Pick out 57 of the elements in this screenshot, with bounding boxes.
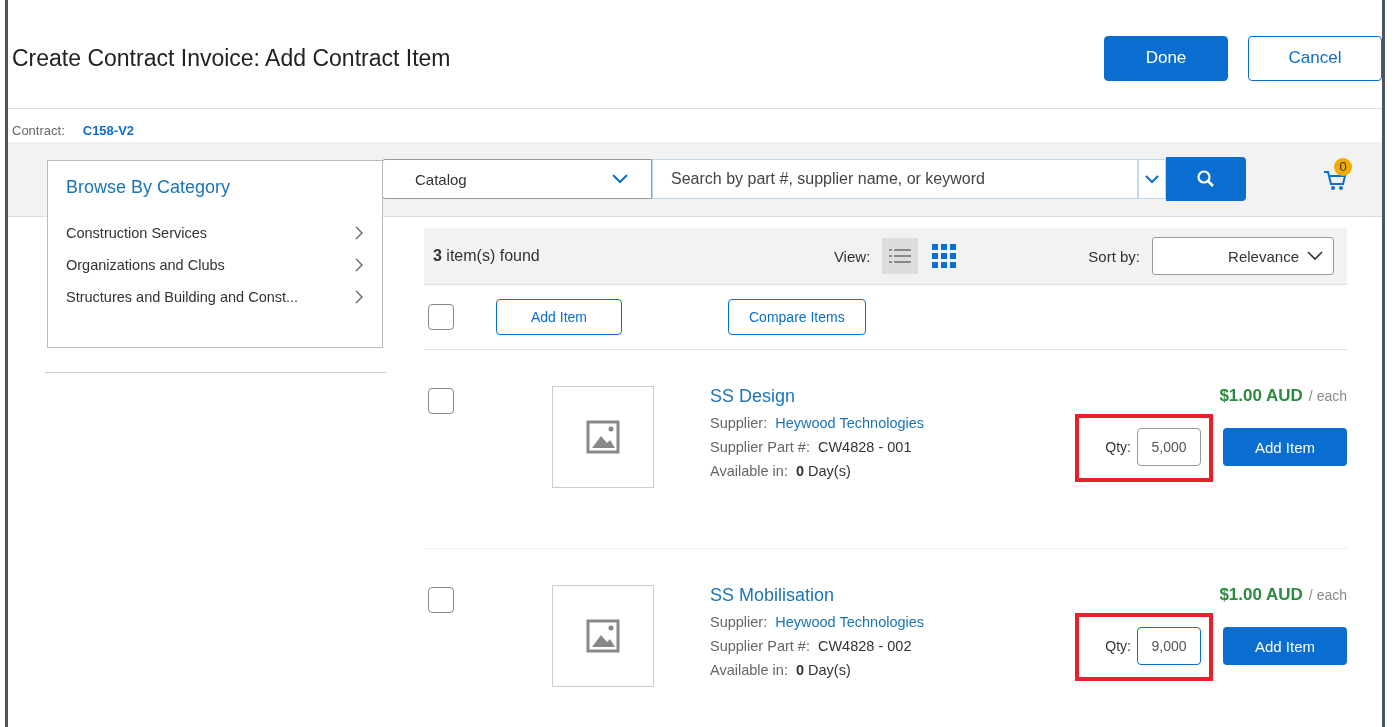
availability-value: 0 Day(s) xyxy=(795,463,851,479)
add-item-button[interactable]: Add Item xyxy=(1223,627,1347,665)
availability-label: Available in: xyxy=(710,463,788,479)
item-name-link[interactable]: SS Mobilisation xyxy=(710,585,1030,606)
part-number: CW4828 - 001 xyxy=(817,439,912,455)
supplier-label: Supplier: xyxy=(710,415,768,431)
chevron-right-icon xyxy=(354,225,364,241)
contract-label: Contract: xyxy=(12,123,65,138)
search-field[interactable]: Search by part #, supplier name, or keyword xyxy=(652,159,1138,199)
chevron-down-icon xyxy=(1307,251,1323,261)
sort-label: Sort by: xyxy=(1088,247,1140,265)
contract-link[interactable]: C158-V2 xyxy=(82,123,135,138)
sort-dropdown[interactable]: Relevance xyxy=(1152,237,1334,275)
part-label: Supplier Part #: xyxy=(710,439,810,455)
image-icon xyxy=(586,420,620,454)
window-title: Create Contract Invoice: Add Contract Item xyxy=(12,44,451,72)
search-icon xyxy=(1196,169,1216,189)
list-icon xyxy=(889,248,912,264)
category-menu-title: Browse By Category xyxy=(66,177,232,198)
price-unit: / each xyxy=(1308,388,1347,404)
select-all-checkbox[interactable] xyxy=(428,304,454,330)
part-label: Supplier Part #: xyxy=(710,638,810,654)
price-unit: / each xyxy=(1308,587,1347,603)
qty-label: Qty: xyxy=(1105,638,1131,654)
add-item-button[interactable]: Add Item xyxy=(1223,428,1347,466)
supplier-label: Supplier: xyxy=(710,614,768,630)
availability-label: Available in: xyxy=(710,662,788,678)
availability-value: 0 Day(s) xyxy=(795,662,851,678)
cart-count-badge: 0 xyxy=(1334,158,1352,176)
view-label: View: xyxy=(833,247,871,265)
quantity-field[interactable]: 5,000 xyxy=(1137,428,1201,466)
results-count: 3 item(s) found xyxy=(433,247,541,265)
add-item-button[interactable]: Add Item xyxy=(496,299,622,335)
supplier-link[interactable]: Heywood Technologies xyxy=(775,614,925,630)
qty-label: Qty: xyxy=(1105,439,1131,455)
supplier-link[interactable]: Heywood Technologies xyxy=(775,415,925,431)
cart-button[interactable]: 0 xyxy=(1322,158,1352,196)
price: $1.00 AUD xyxy=(1219,386,1303,405)
cancel-button[interactable]: Cancel xyxy=(1248,35,1382,81)
part-number: CW4828 - 002 xyxy=(817,638,912,654)
compare-items-button[interactable]: Compare Items xyxy=(728,299,866,335)
list-view-button[interactable] xyxy=(882,238,919,274)
item-checkbox[interactable] xyxy=(428,388,454,414)
image-icon xyxy=(586,619,620,653)
chevron-right-icon xyxy=(354,289,364,305)
done-button[interactable]: Done xyxy=(1104,35,1228,81)
chevron-down-icon xyxy=(1144,174,1160,184)
quantity-field[interactable]: 9,000 xyxy=(1137,627,1201,665)
chevron-down-icon xyxy=(611,173,629,185)
search-options-button[interactable] xyxy=(1138,159,1166,199)
item-name-link[interactable]: SS Design xyxy=(710,386,1030,407)
search-button[interactable] xyxy=(1166,157,1246,201)
catalog-dropdown[interactable]: Catalog xyxy=(382,159,652,199)
chevron-right-icon xyxy=(354,257,364,273)
item-checkbox[interactable] xyxy=(428,587,454,613)
grid-icon xyxy=(932,244,957,268)
price: $1.00 AUD xyxy=(1219,585,1303,604)
